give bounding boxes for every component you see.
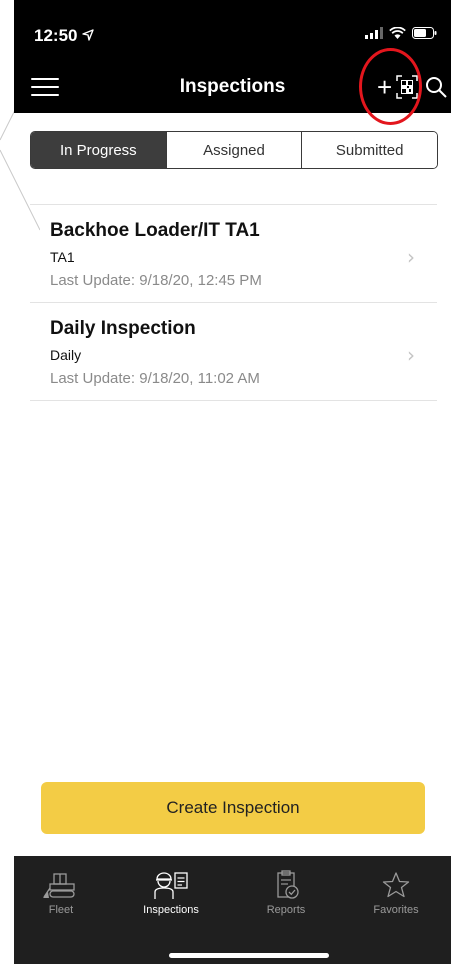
tab-label: Reports: [266, 904, 306, 916]
inspection-title: Daily Inspection: [50, 318, 196, 339]
inspection-last-update: Last Update: 9/18/20, 11:02 AM: [50, 370, 260, 387]
chevron-right-icon: ›: [407, 245, 415, 269]
report-checkmark-icon: [277, 870, 299, 899]
cellular-signal-icon: [365, 27, 383, 39]
battery-icon: [412, 27, 437, 39]
tab-label: Favorites: [373, 904, 419, 916]
wifi-icon: [389, 27, 406, 39]
inspection-list: Backhoe Loader/IT TA1 TA1 Last Update: 9…: [30, 204, 437, 401]
tab-label: Inspections: [143, 904, 199, 916]
inspection-last-update: Last Update: 9/18/20, 12:45 PM: [50, 272, 262, 289]
inspection-subtitle: TA1: [50, 249, 75, 265]
inspection-subtitle: Daily: [50, 347, 82, 363]
segment-in-progress[interactable]: In Progress: [31, 132, 167, 168]
qr-highlight-annotation: [359, 48, 422, 125]
tab-inspections[interactable]: Inspections: [126, 870, 216, 916]
tab-fleet[interactable]: Fleet: [16, 870, 106, 916]
create-inspection-button[interactable]: Create Inspection: [41, 782, 425, 834]
star-icon: [382, 872, 410, 898]
screenshot-margin: [0, 0, 40, 964]
search-icon[interactable]: [425, 76, 447, 98]
status-time: 12:50: [34, 26, 94, 46]
location-arrow-icon: [82, 29, 94, 41]
home-indicator[interactable]: [169, 953, 329, 958]
inspector-clipboard-icon: [154, 872, 188, 899]
list-item[interactable]: Daily Inspection Daily Last Update: 9/18…: [30, 303, 437, 401]
segment-submitted[interactable]: Submitted: [302, 132, 437, 168]
tab-favorites[interactable]: Favorites: [351, 870, 441, 916]
list-item[interactable]: Backhoe Loader/IT TA1 TA1 Last Update: 9…: [30, 205, 437, 303]
bottom-tab-bar: Fleet Inspections Reports Favorites: [14, 856, 451, 964]
tab-label: Fleet: [48, 904, 74, 916]
tab-reports[interactable]: Reports: [241, 870, 331, 916]
segment-assigned[interactable]: Assigned: [166, 132, 303, 168]
chevron-right-icon: ›: [407, 343, 415, 367]
bulldozer-icon: [43, 873, 75, 898]
status-segmented-control: In Progress Assigned Submitted: [30, 131, 438, 169]
inspection-title: Backhoe Loader/IT TA1: [50, 220, 260, 241]
